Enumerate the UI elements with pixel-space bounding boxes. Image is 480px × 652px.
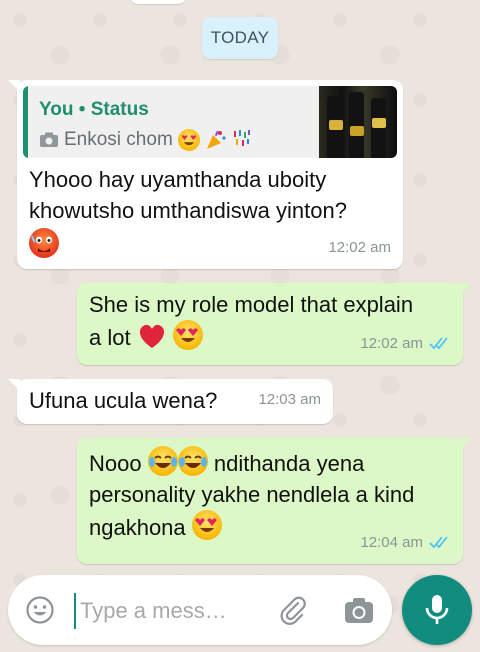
message-incoming[interactable]: Ufuna ucula wena? 12:03 am (8, 379, 333, 424)
message-text-line: personality yakhe nendlela a kind (89, 482, 415, 507)
confetti-icon (233, 129, 250, 146)
double-check-read-icon (429, 536, 448, 549)
message-input[interactable] (74, 593, 282, 629)
heart-eyes-emoji-icon (177, 128, 200, 151)
reply-quote[interactable]: You • Status Enkosi chom (23, 86, 397, 158)
message-outgoing[interactable]: Nooo ndithanda yena personality yakhe ne… (77, 438, 472, 564)
reply-author: You (39, 99, 74, 120)
heart-eyes-emoji-icon (172, 320, 203, 350)
message-time: 12:03 am (258, 391, 321, 408)
message-time: 12:04 am (360, 534, 423, 551)
voice-record-button[interactable] (402, 575, 472, 645)
smiley-icon (26, 596, 54, 624)
status-thumbnail (319, 86, 397, 158)
message-text-line: ngakhona (89, 515, 186, 540)
tears-of-joy-emoji-icon (177, 446, 208, 476)
message-meta: 12:02 am (328, 232, 391, 263)
red-heart-emoji-icon (139, 324, 164, 348)
reply-kind: Status (90, 99, 149, 120)
message-time: 12:02 am (328, 239, 391, 256)
message-incoming[interactable]: You • Status Enkosi chom Yhooo hay uyamt… (8, 80, 403, 269)
message-meta: 12:04 am (360, 527, 451, 558)
message-text-line: khowutsho umthandiswa yinton? (29, 198, 347, 223)
reply-quote-title: You • Status (39, 94, 149, 125)
mic-icon (425, 595, 449, 624)
message-text-line: Yhooo hay uyamthanda uboity (29, 167, 327, 192)
reply-separator: • (78, 99, 86, 120)
message-text-line: a lot (89, 325, 131, 350)
previous-message-edge (130, 0, 186, 4)
paperclip-icon (280, 596, 306, 625)
attach-button[interactable] (276, 593, 310, 627)
double-check-read-icon (429, 337, 448, 350)
message-time: 12:02 am (360, 335, 423, 352)
message-text-line: ndithanda yena (213, 451, 365, 476)
camera-icon (345, 598, 373, 623)
camera-icon (40, 132, 58, 147)
reply-quote-text: Enkosi chom (39, 124, 252, 155)
reply-text: Enkosi chom (64, 129, 173, 150)
tears-of-joy-emoji-icon (147, 446, 178, 476)
camera-button[interactable] (341, 593, 377, 627)
emoji-button[interactable] (24, 594, 56, 626)
message-meta: 12:02 am (360, 328, 451, 359)
message-outgoing[interactable]: She is my role model that explain a lot … (77, 283, 472, 365)
message-composer (8, 575, 392, 645)
date-divider: TODAY (202, 17, 278, 59)
hot-face-emoji-icon (29, 228, 59, 258)
message-meta: 12:03 am (258, 384, 321, 415)
message-text-line: She is my role model that explain (89, 292, 414, 317)
party-popper-icon (206, 130, 226, 149)
message-text-line: Nooo (89, 451, 142, 476)
message-text-line: Ufuna ucula wena? (29, 388, 218, 413)
reply-quote-bar (23, 86, 28, 158)
heart-eyes-emoji-icon (191, 510, 222, 540)
